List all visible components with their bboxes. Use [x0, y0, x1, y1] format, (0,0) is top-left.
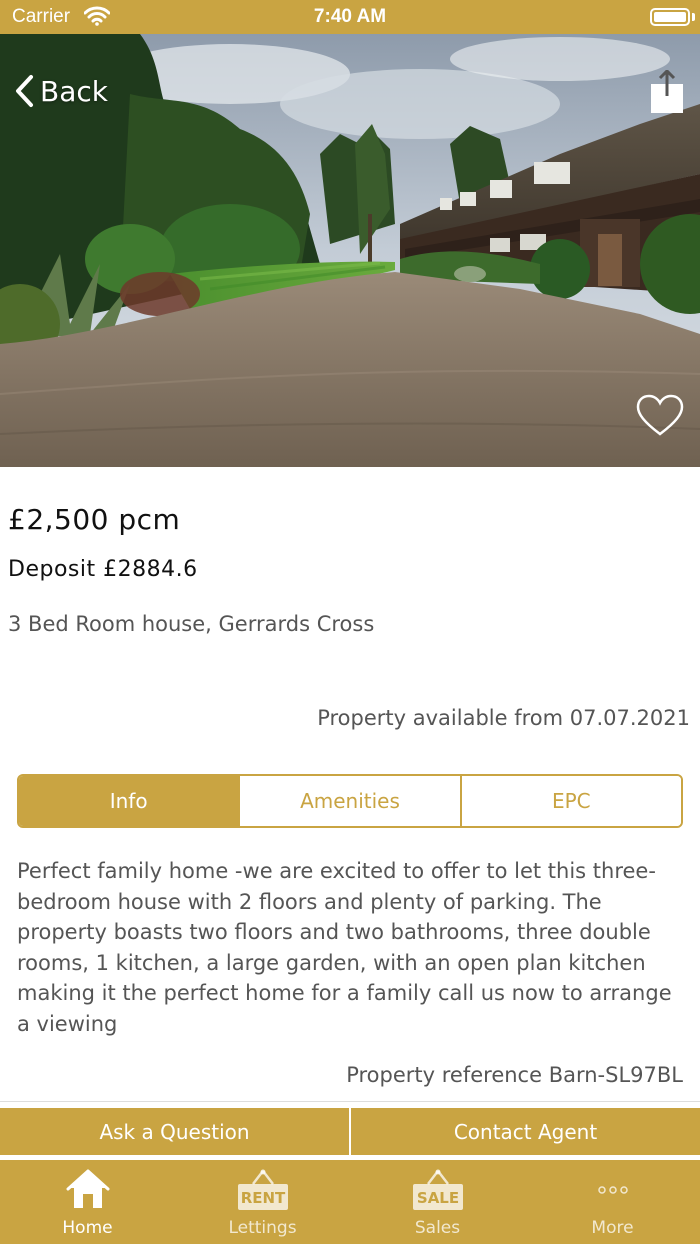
rent-sign-text: RENT [240, 1189, 285, 1207]
detail-tabs: Info Amenities EPC [17, 774, 683, 828]
tabbar-item-home[interactable]: Home [0, 1160, 175, 1244]
deposit-label: Deposit £2884.6 [8, 557, 198, 582]
price-label: £2,500 pcm [8, 503, 181, 536]
back-label: Back [40, 74, 108, 108]
divider [0, 1101, 700, 1102]
action-bar: Ask a Question Contact Agent [0, 1108, 700, 1155]
battery-tip [692, 13, 695, 21]
battery-icon [650, 8, 690, 26]
tabbar-label-sales: Sales [414, 1218, 461, 1238]
contact-agent-button[interactable]: Contact Agent [349, 1108, 700, 1155]
ask-question-button[interactable]: Ask a Question [0, 1108, 349, 1155]
tabbar-item-sales[interactable]: SALE Sales [350, 1160, 525, 1244]
share-button[interactable] [650, 68, 684, 114]
status-bar: Carrier 7:40 AM [0, 0, 700, 34]
property-summary: 3 Bed Room house, Gerrards Cross [8, 612, 375, 636]
status-time: 7:40 AM [313, 6, 387, 27]
tabbar-item-lettings[interactable]: RENT Lettings [175, 1160, 350, 1244]
tab-amenities[interactable]: Amenities [238, 776, 460, 826]
bottom-tab-bar: Home RENT Lettings SALE Sales More [0, 1160, 700, 1244]
tabbar-item-more[interactable]: More [525, 1160, 700, 1244]
property-reference: Property reference Barn-SL97BL [346, 1063, 683, 1087]
tab-epc[interactable]: EPC [459, 776, 681, 826]
favorite-button[interactable] [636, 394, 684, 438]
tab-info[interactable]: Info [19, 776, 239, 826]
home-icon [66, 1169, 109, 1208]
rent-sign-icon: RENT [237, 1169, 288, 1210]
heart-icon [636, 394, 684, 436]
sale-sign-icon: SALE [412, 1169, 463, 1210]
more-dots-icon [597, 1186, 628, 1194]
back-button[interactable]: Back [14, 74, 108, 108]
tabbar-label-lettings: Lettings [228, 1218, 297, 1238]
sale-sign-text: SALE [416, 1189, 458, 1207]
property-photo[interactable]: Back [0, 34, 700, 467]
property-description: Perfect family home -we are excited to o… [17, 859, 672, 1036]
back-chevron-icon [16, 75, 33, 107]
tabbar-label-more: More [591, 1218, 634, 1238]
share-icon [651, 68, 683, 113]
tabbar-label-home: Home [62, 1218, 113, 1238]
availability-label: Property available from 07.07.2021 [317, 706, 690, 730]
